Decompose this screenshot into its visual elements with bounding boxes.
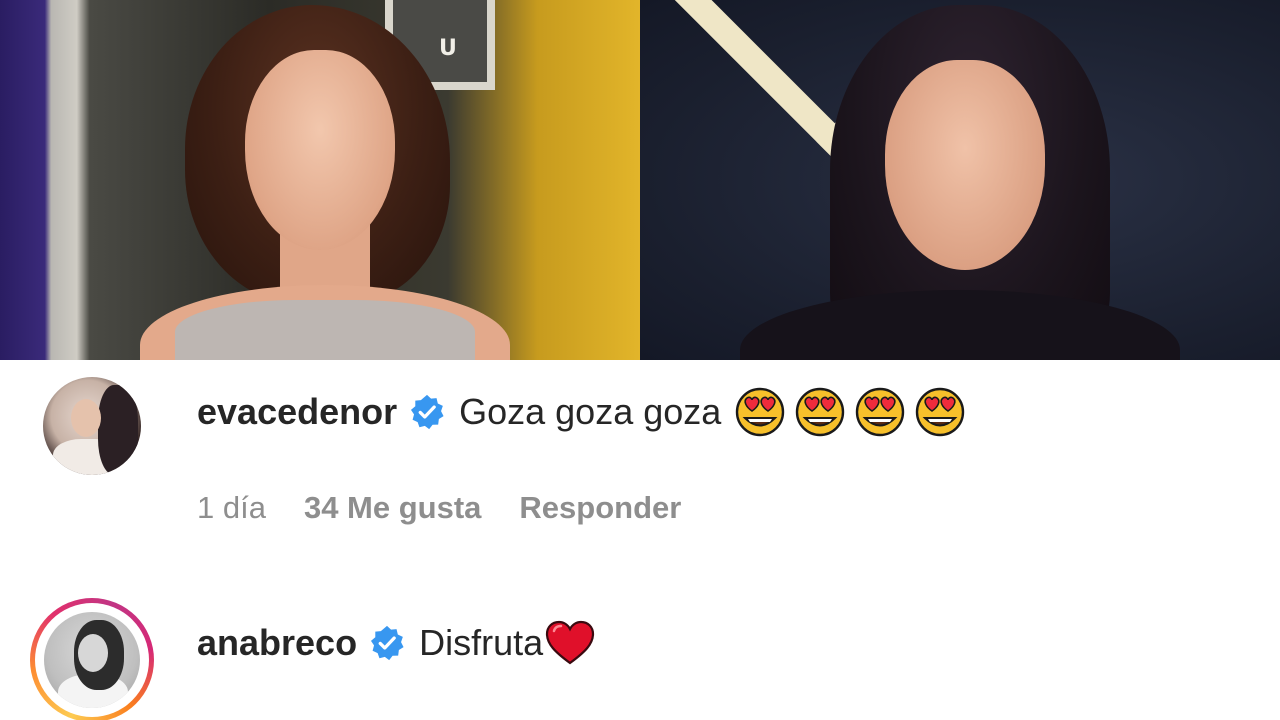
red-heart-emoji-icon <box>546 620 595 665</box>
avatar[interactable] <box>43 377 141 475</box>
right-photo <box>640 0 1280 360</box>
comment-line: evacedenor Goza goza goza <box>197 387 975 437</box>
comment-meta: 1 día 34 Me gusta Responder <box>197 490 681 526</box>
like-count-link[interactable]: 34 Me gusta <box>304 490 481 526</box>
verified-badge-icon <box>371 625 404 661</box>
story-ring[interactable] <box>30 598 154 720</box>
left-photo: U <box>0 0 640 360</box>
heart-eyes-emoji-icon <box>856 387 905 437</box>
heart-eyes-emoji-icon <box>736 387 785 437</box>
reply-button[interactable]: Responder <box>519 490 681 526</box>
comment: evacedenor Goza goza goza 1 día 34 Me gu… <box>0 360 1280 550</box>
comment: anabreco Disfruta <box>0 590 1280 720</box>
emoji-group <box>735 387 975 437</box>
verified-badge-icon <box>411 394 444 430</box>
comment-text: Goza goza goza <box>459 391 722 432</box>
username[interactable]: anabreco <box>197 622 357 664</box>
comment-text: Disfruta <box>419 622 544 663</box>
wall-sign-letter: U <box>439 36 457 61</box>
heart-eyes-emoji-icon <box>916 387 965 437</box>
comment-timestamp: 1 día <box>197 490 266 525</box>
username[interactable]: evacedenor <box>197 391 397 433</box>
heart-eyes-emoji-icon <box>796 387 845 437</box>
avatar[interactable] <box>44 612 140 708</box>
comment-line: anabreco Disfruta <box>197 618 595 668</box>
photo-banner: U <box>0 0 1280 360</box>
